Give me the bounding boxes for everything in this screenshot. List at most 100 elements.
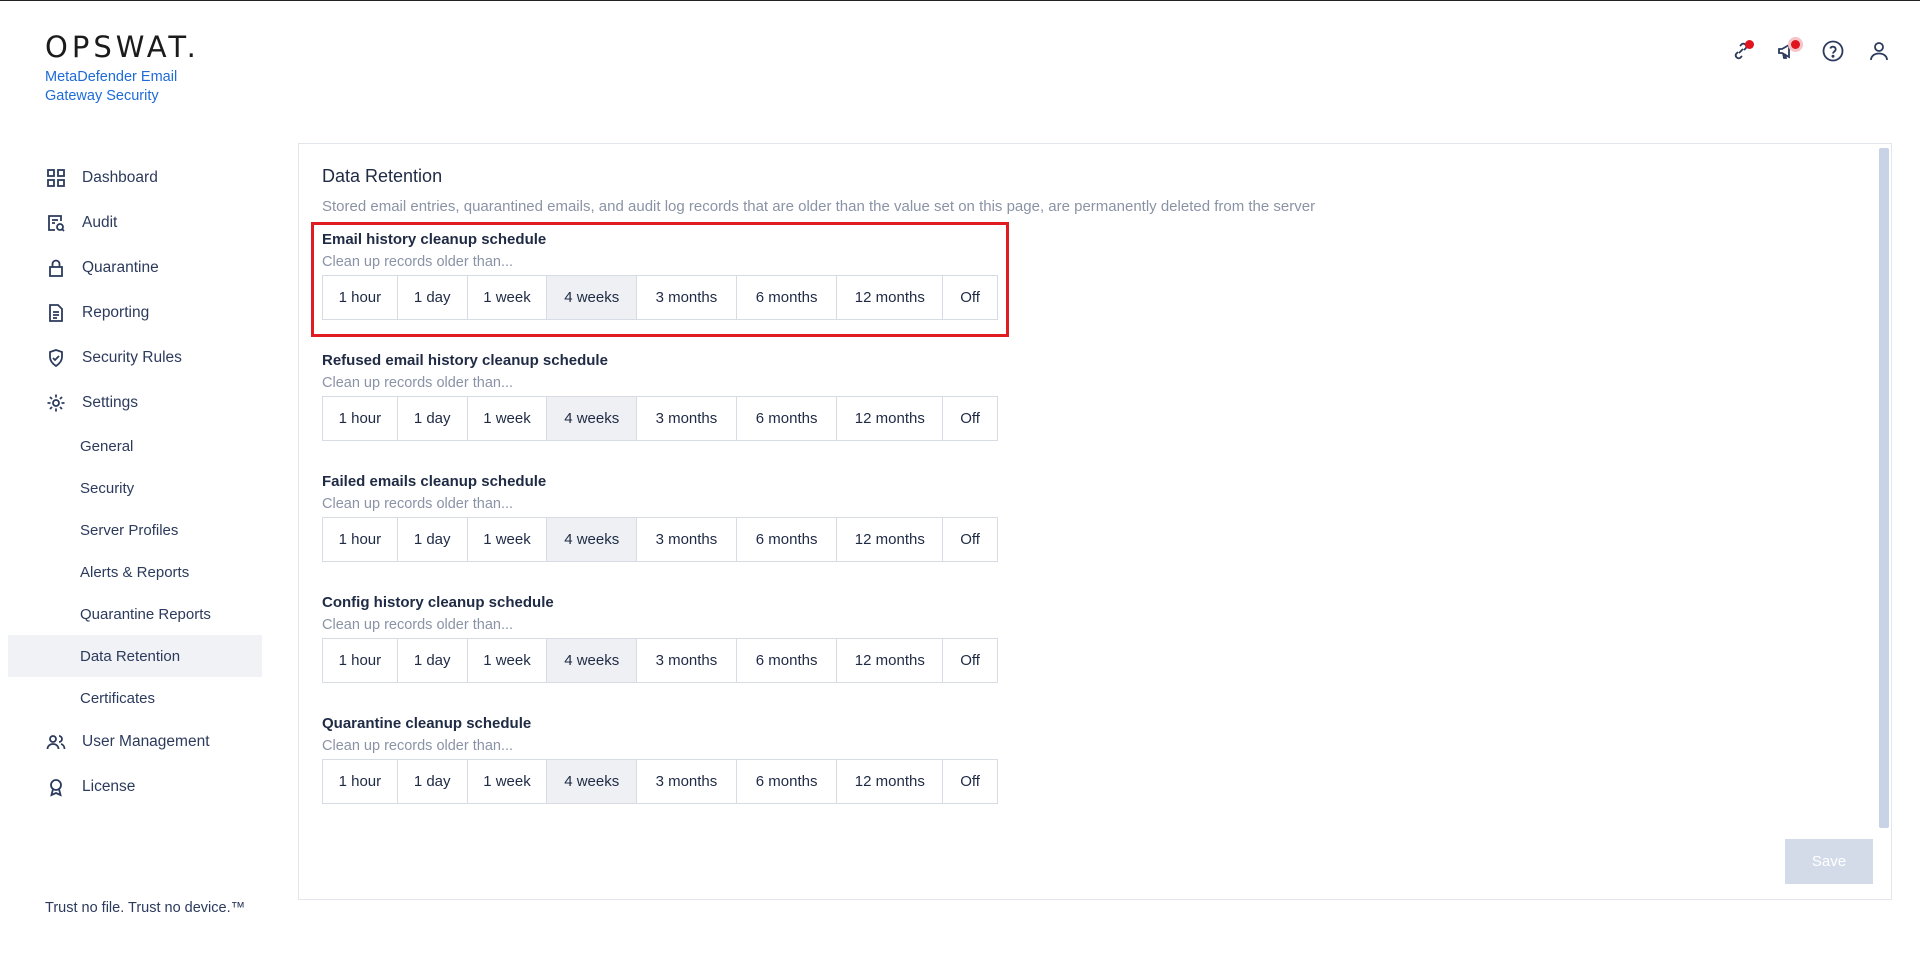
sidebar-item-label: User Management: [82, 732, 210, 750]
section-title: Email history cleanup schedule: [322, 231, 547, 248]
users-icon: [46, 732, 66, 752]
option-12-months[interactable]: 12 months: [837, 639, 944, 682]
option-1-week[interactable]: 1 week: [467, 397, 548, 440]
sidebar-item-label: Settings: [82, 393, 139, 411]
option-1-week[interactable]: 1 week: [467, 276, 548, 319]
audit-icon: [46, 213, 66, 233]
tagline: Trust no file. Trust no device.™: [45, 900, 246, 916]
option-3-months[interactable]: 3 months: [637, 397, 737, 440]
sidebar-item-reporting[interactable]: Reporting: [8, 290, 262, 335]
refused-email-history-section: Refused email history cleanup schedule C…: [322, 350, 1022, 441]
notification-dot: [1745, 40, 1754, 49]
section-title: Failed emails cleanup schedule: [322, 473, 547, 490]
user-icon[interactable]: [1866, 38, 1892, 64]
section-subtitle: Clean up records older than...: [322, 375, 514, 391]
gear-icon: [46, 393, 66, 413]
sidebar-item-quarantine[interactable]: Quarantine: [8, 245, 262, 290]
option-3-months[interactable]: 3 months: [637, 760, 737, 803]
sidebar-item-label: Security Rules: [82, 348, 182, 366]
section-subtitle: Clean up records older than...: [322, 254, 514, 270]
option-1-day[interactable]: 1 day: [397, 518, 468, 561]
option-6-months[interactable]: 6 months: [736, 639, 838, 682]
save-button[interactable]: Save: [1785, 839, 1873, 884]
section-title: Refused email history cleanup schedule: [322, 352, 608, 369]
sidebar-item-label: Audit: [82, 213, 118, 231]
config-history-section: Config history cleanup schedule Clean up…: [322, 592, 1022, 683]
option-12-months[interactable]: 12 months: [837, 760, 944, 803]
option-4-weeks[interactable]: 4 weeks: [547, 639, 638, 682]
option-1-day[interactable]: 1 day: [397, 639, 468, 682]
help-icon[interactable]: [1820, 38, 1846, 64]
option-1-week[interactable]: 1 week: [467, 518, 548, 561]
option-3-months[interactable]: 3 months: [637, 639, 737, 682]
sidebar-subitem-quarantine-reports[interactable]: Quarantine Reports: [8, 593, 262, 635]
sidebar-subitem-security[interactable]: Security: [8, 467, 262, 509]
option-6-months[interactable]: 6 months: [736, 276, 838, 319]
sidebar-item-license[interactable]: License: [8, 764, 262, 809]
option-3-months[interactable]: 3 months: [637, 276, 737, 319]
option-4-weeks[interactable]: 4 weeks: [547, 276, 638, 319]
section-title: Quarantine cleanup schedule: [322, 715, 532, 732]
megaphone-icon[interactable]: [1774, 38, 1800, 64]
option-1-day[interactable]: 1 day: [397, 760, 468, 803]
retention-selector: 1 hour 1 day 1 week 4 weeks 3 months 6 m…: [322, 396, 998, 441]
option-1-hour[interactable]: 1 hour: [323, 760, 398, 803]
sidebar-item-user-management[interactable]: User Management: [8, 719, 262, 764]
option-12-months[interactable]: 12 months: [837, 518, 944, 561]
section-subtitle: Clean up records older than...: [322, 738, 514, 754]
sidebar: OPSWAT. MetaDefender Email Gateway Secur…: [0, 0, 270, 956]
sidebar-subitem-general[interactable]: General: [8, 425, 262, 467]
option-off[interactable]: Off: [943, 518, 998, 561]
sidebar-item-label: Dashboard: [82, 168, 158, 186]
option-1-week[interactable]: 1 week: [467, 760, 548, 803]
option-off[interactable]: Off: [943, 276, 998, 319]
option-3-months[interactable]: 3 months: [637, 518, 737, 561]
failed-emails-section: Failed emails cleanup schedule Clean up …: [322, 471, 1022, 562]
product-name: MetaDefender Email Gateway Security: [45, 69, 178, 104]
option-4-weeks[interactable]: 4 weeks: [547, 397, 638, 440]
sidebar-item-settings[interactable]: Settings: [8, 380, 262, 425]
nav-menu: Dashboard Audit Quarantine Reporting Sec…: [8, 155, 262, 809]
section-subtitle: Clean up records older than...: [322, 617, 514, 633]
option-12-months[interactable]: 12 months: [837, 276, 944, 319]
option-1-hour[interactable]: 1 hour: [323, 518, 398, 561]
option-6-months[interactable]: 6 months: [736, 760, 838, 803]
link-icon[interactable]: [1728, 38, 1754, 64]
retention-selector: 1 hour 1 day 1 week 4 weeks 3 months 6 m…: [322, 759, 998, 804]
top-toolbar: [1728, 38, 1892, 64]
sidebar-item-dashboard[interactable]: Dashboard: [8, 155, 262, 200]
option-12-months[interactable]: 12 months: [837, 397, 944, 440]
lock-icon: [46, 258, 66, 278]
option-6-months[interactable]: 6 months: [736, 518, 838, 561]
page-title: Data Retention: [322, 166, 443, 186]
panel-scrollbar[interactable]: [1879, 148, 1889, 828]
sidebar-subitem-data-retention[interactable]: Data Retention: [8, 635, 262, 677]
retention-selector: 1 hour 1 day 1 week 4 weeks 3 months 6 m…: [322, 638, 998, 683]
sidebar-item-security-rules[interactable]: Security Rules: [8, 335, 262, 380]
option-1-hour[interactable]: 1 hour: [323, 397, 398, 440]
option-4-weeks[interactable]: 4 weeks: [547, 760, 638, 803]
option-1-week[interactable]: 1 week: [467, 639, 548, 682]
option-1-day[interactable]: 1 day: [397, 397, 468, 440]
page-description: Stored email entries, quarantined emails…: [322, 198, 1316, 215]
option-off[interactable]: Off: [943, 397, 998, 440]
email-history-section: Email history cleanup schedule Clean up …: [322, 229, 1022, 320]
retention-selector: 1 hour 1 day 1 week 4 weeks 3 months 6 m…: [322, 275, 998, 320]
sidebar-subitem-alerts-reports[interactable]: Alerts & Reports: [8, 551, 262, 593]
option-1-hour[interactable]: 1 hour: [323, 276, 398, 319]
shield-check-icon: [46, 348, 66, 368]
option-6-months[interactable]: 6 months: [736, 397, 838, 440]
notification-dot: [1791, 40, 1800, 49]
sidebar-subitem-certificates[interactable]: Certificates: [8, 677, 262, 719]
option-1-hour[interactable]: 1 hour: [323, 639, 398, 682]
sidebar-subitem-server-profiles[interactable]: Server Profiles: [8, 509, 262, 551]
option-4-weeks[interactable]: 4 weeks: [547, 518, 638, 561]
option-off[interactable]: Off: [943, 639, 998, 682]
section-title: Config history cleanup schedule: [322, 594, 554, 611]
option-off[interactable]: Off: [943, 760, 998, 803]
option-1-day[interactable]: 1 day: [397, 276, 468, 319]
award-icon: [46, 777, 66, 797]
sidebar-item-audit[interactable]: Audit: [8, 200, 262, 245]
data-retention-panel: Data Retention Stored email entries, qua…: [298, 143, 1892, 900]
retention-selector: 1 hour 1 day 1 week 4 weeks 3 months 6 m…: [322, 517, 998, 562]
